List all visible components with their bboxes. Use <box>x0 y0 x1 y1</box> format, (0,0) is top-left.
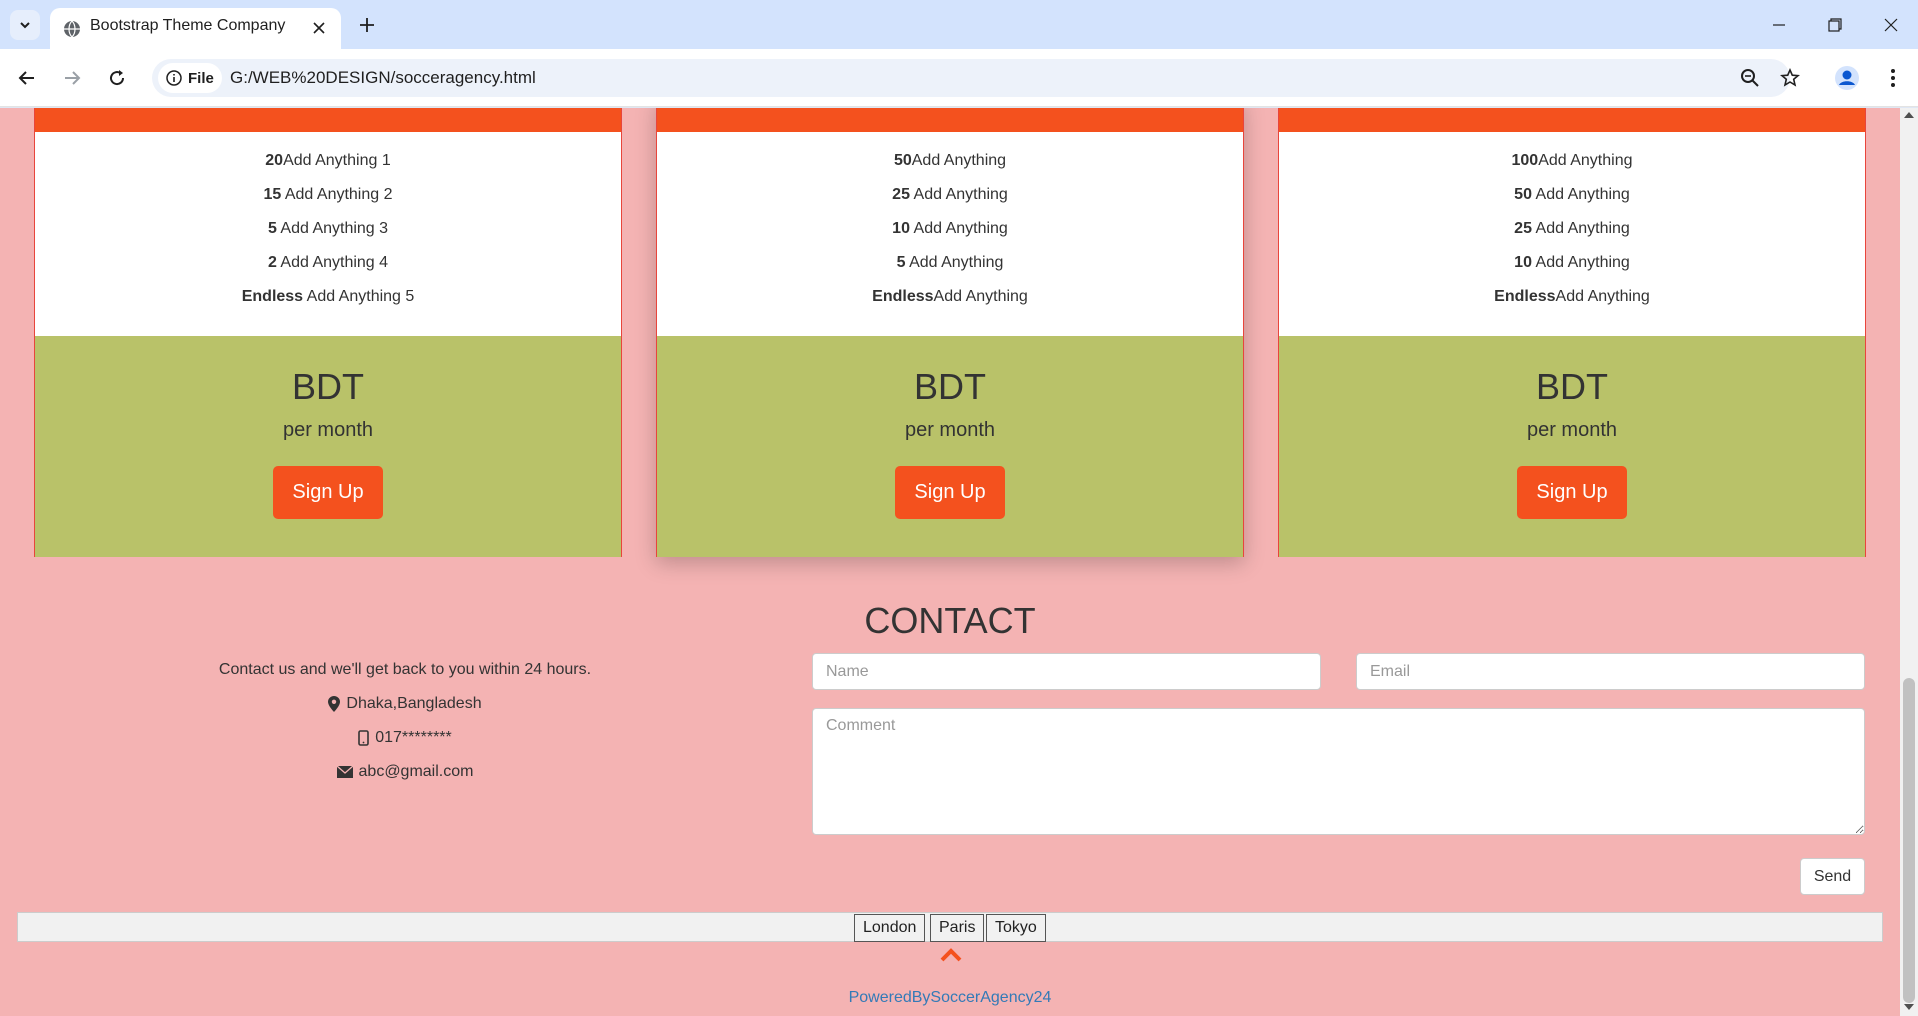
new-tab-button[interactable] <box>352 10 382 40</box>
panel-footer: BDT per month Sign Up <box>35 336 621 557</box>
vertical-scrollbar[interactable] <box>1900 108 1918 1016</box>
feature-row: 5 Add Anything <box>896 254 1004 271</box>
page-viewport: 20Add Anything 1 15 Add Anything 2 5 Add… <box>0 108 1900 1016</box>
forward-button[interactable] <box>56 62 88 94</box>
restore-icon <box>1828 17 1842 32</box>
sign-up-button[interactable]: Sign Up <box>895 466 1005 519</box>
price-currency: BDT <box>1536 366 1608 407</box>
profile-button[interactable] <box>1831 62 1863 94</box>
envelope-icon <box>336 766 353 778</box>
feature-row: 25 Add Anything <box>892 186 1008 203</box>
minimize-icon <box>1773 23 1785 26</box>
close-window-button[interactable] <box>1863 0 1918 49</box>
feature-row: EndlessAdd Anything <box>1494 288 1650 305</box>
name-input[interactable] <box>812 653 1321 690</box>
panel-header <box>1279 108 1865 132</box>
close-icon <box>313 22 325 34</box>
email-input[interactable] <box>1356 653 1865 690</box>
powered-by-link[interactable]: PoweredBySoccerAgency24 <box>0 989 1900 1007</box>
info-icon <box>166 70 182 86</box>
panel-footer: BDT per month Sign Up <box>1279 336 1865 557</box>
menu-button[interactable] <box>1877 62 1909 94</box>
tab-london[interactable]: London <box>854 914 926 942</box>
map-marker-icon <box>328 696 341 712</box>
chevron-up-icon[interactable] <box>940 948 962 962</box>
scroll-thumb[interactable] <box>1903 678 1915 1003</box>
feature-row: 2 Add Anything 4 <box>267 254 389 271</box>
zoom-icon <box>1741 69 1759 87</box>
zoom-button[interactable] <box>1738 66 1762 90</box>
chevron-down-icon <box>20 22 30 29</box>
pricing-panel-pro: 50Add Anything 25 Add Anything 10 Add An… <box>656 108 1244 557</box>
panel-body: 20Add Anything 1 15 Add Anything 2 5 Add… <box>35 132 621 336</box>
back-button[interactable] <box>11 62 43 94</box>
send-button[interactable]: Send <box>1800 858 1865 895</box>
restore-button[interactable] <box>1807 0 1863 49</box>
panel-body: 100Add Anything 50 Add Anything 25 Add A… <box>1279 132 1865 336</box>
browser-toolbar: File G:/WEB%20DESIGN/socceragency.html <box>0 49 1918 107</box>
feature-row: 25 Add Anything <box>1514 220 1630 237</box>
price-period: per month <box>1526 419 1618 441</box>
scroll-down-arrow-icon[interactable] <box>1904 1004 1914 1010</box>
phone-icon <box>358 730 370 746</box>
tab-paris[interactable]: Paris <box>930 914 985 942</box>
price-period: per month <box>904 419 996 441</box>
feature-row: 50 Add Anything <box>1514 186 1630 203</box>
globe-icon <box>64 20 80 38</box>
city-tab-bar: London Paris Tokyo <box>17 912 1883 942</box>
pricing-panel-premium: 100Add Anything 50 Add Anything 25 Add A… <box>1278 108 1866 557</box>
arrow-right-icon <box>65 71 81 85</box>
reload-button[interactable] <box>101 62 133 94</box>
sign-up-button[interactable]: Sign Up <box>273 466 383 519</box>
panel-header <box>657 108 1243 132</box>
active-tab[interactable]: Bootstrap Theme Company <box>50 8 341 49</box>
close-icon <box>1884 18 1898 31</box>
url-text[interactable]: G:/WEB%20DESIGN/socceragency.html <box>230 68 536 88</box>
panel-header <box>35 108 621 132</box>
panel-body: 50Add Anything 25 Add Anything 10 Add An… <box>657 132 1243 336</box>
feature-row: 10 Add Anything <box>1514 254 1630 271</box>
site-chip-label: File <box>188 69 214 87</box>
contact-intro: Contact us and we'll get back to you wit… <box>218 661 592 678</box>
star-icon <box>1780 68 1800 87</box>
close-tab-button[interactable] <box>308 17 330 39</box>
feature-row: Endless Add Anything 5 <box>241 288 415 305</box>
feature-row: EndlessAdd Anything <box>872 288 1028 305</box>
more-vert-icon <box>1891 69 1895 87</box>
site-info-chip[interactable]: File <box>158 63 222 93</box>
price-currency: BDT <box>914 366 986 407</box>
minimize-button[interactable] <box>1751 0 1807 49</box>
price-period: per month <box>282 419 374 441</box>
tab-title: Bootstrap Theme Company <box>90 17 286 34</box>
contact-location: Dhaka,Bangladesh <box>30 687 780 721</box>
tab-tokyo[interactable]: Tokyo <box>986 914 1046 942</box>
feature-row: 15 Add Anything 2 <box>263 186 393 203</box>
arrow-left-icon <box>18 71 34 85</box>
feature-row: 10 Add Anything <box>892 220 1008 237</box>
contact-title: CONTACT <box>864 600 1036 641</box>
reload-icon <box>110 70 125 86</box>
address-bar[interactable]: File G:/WEB%20DESIGN/socceragency.html <box>152 59 1800 97</box>
tab-search-button[interactable] <box>10 10 40 40</box>
tab-strip: Bootstrap Theme Company <box>0 0 1918 49</box>
avatar-icon <box>1835 66 1859 90</box>
comment-textarea[interactable] <box>812 708 1865 835</box>
contact-phone: 017******** <box>30 721 780 755</box>
contact-info: Contact us and we'll get back to you wit… <box>30 653 780 789</box>
panel-footer: BDT per month Sign Up <box>657 336 1243 557</box>
plus-icon <box>360 18 374 32</box>
feature-row: 5 Add Anything 3 <box>267 220 389 237</box>
scroll-up-arrow-icon[interactable] <box>1904 112 1914 118</box>
feature-row: 20Add Anything 1 <box>265 152 391 169</box>
feature-row: 50Add Anything <box>893 152 1007 169</box>
contact-email: abc@gmail.com <box>30 755 780 789</box>
bookmark-button[interactable] <box>1778 66 1802 90</box>
feature-row: 100Add Anything <box>1511 152 1633 169</box>
pricing-panel-basic: 20Add Anything 1 15 Add Anything 2 5 Add… <box>34 108 622 557</box>
sign-up-button[interactable]: Sign Up <box>1517 466 1627 519</box>
price-currency: BDT <box>292 366 364 407</box>
